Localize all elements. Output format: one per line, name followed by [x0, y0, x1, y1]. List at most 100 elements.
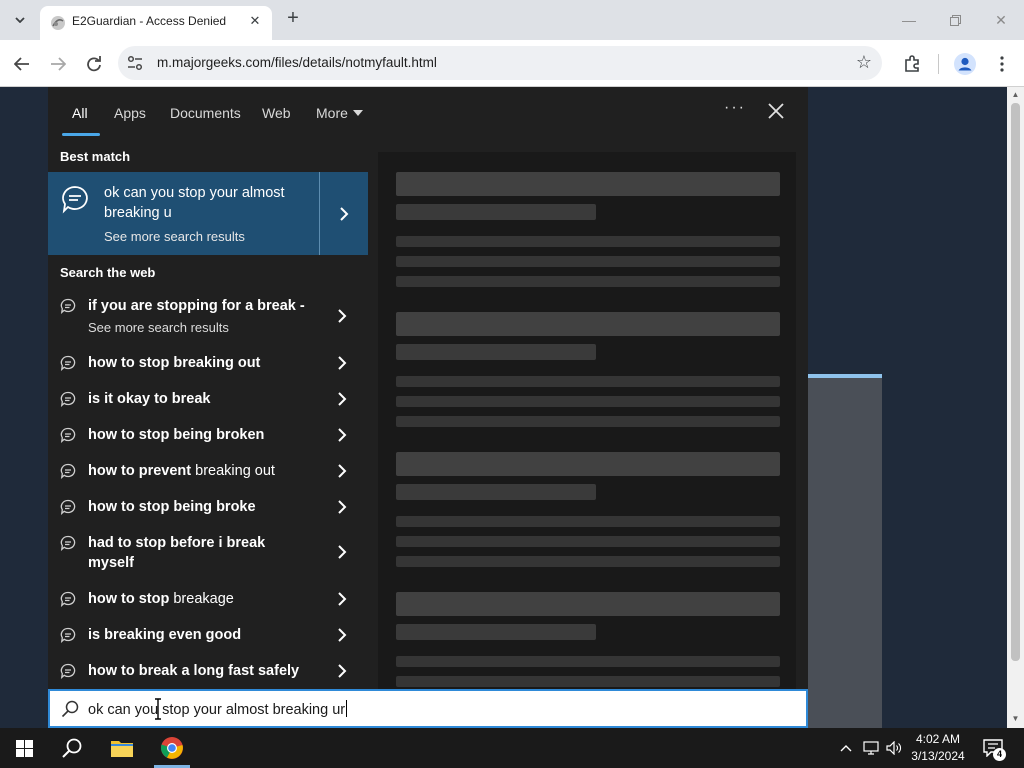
search-bubble-icon	[60, 427, 76, 443]
back-arrow-icon	[14, 57, 29, 71]
site-info-icon[interactable]	[126, 54, 144, 72]
search-bubble-icon	[60, 463, 76, 479]
loading-placeholder	[396, 172, 780, 196]
web-result-item[interactable]: had to stop before i break myself	[48, 532, 368, 578]
web-result-item[interactable]: is it okay to break	[48, 388, 368, 414]
taskbar-search-button[interactable]	[48, 728, 96, 768]
toolbar-separator	[938, 54, 939, 74]
text-caret	[346, 700, 348, 717]
system-clock[interactable]: 4:02 AM 3/13/2024	[908, 731, 968, 765]
search-bubble-icon	[60, 355, 76, 371]
scroll-down-arrow-icon[interactable]: ▼	[1011, 714, 1020, 723]
best-match-label: Best match	[60, 149, 131, 164]
chevron-right-icon[interactable]	[337, 545, 347, 559]
web-result-item[interactable]: how to stop being broken	[48, 424, 368, 450]
tab-web[interactable]: Web	[262, 105, 291, 121]
start-button[interactable]	[0, 728, 48, 768]
tab-more[interactable]: More	[316, 105, 363, 121]
web-result-subtitle: See more search results	[88, 320, 229, 335]
kebab-menu-icon	[1000, 56, 1004, 72]
loading-placeholder	[396, 624, 596, 640]
search-bubble-icon	[60, 591, 76, 607]
web-result-text: how to stop being broken	[88, 427, 265, 443]
chevron-right-icon[interactable]	[337, 664, 347, 678]
loading-placeholder	[396, 416, 780, 427]
new-tab-button[interactable]: +	[282, 8, 304, 30]
web-result-item[interactable]: if you are stopping for a break - See mo…	[48, 295, 368, 343]
volume-button[interactable]	[884, 728, 904, 768]
address-bar[interactable]: m.majorgeeks.com/files/details/notmyfaul…	[118, 46, 882, 80]
loading-placeholder	[396, 452, 780, 476]
loading-placeholder	[396, 592, 780, 616]
forward-arrow-icon	[51, 57, 66, 71]
chevron-up-icon	[840, 745, 852, 752]
notification-center-button[interactable]	[978, 728, 1008, 768]
active-tab-indicator	[62, 133, 100, 136]
best-match-open-button[interactable]	[319, 172, 368, 255]
puzzle-icon	[905, 55, 919, 72]
loading-placeholder	[396, 656, 780, 667]
guardian-favicon-icon	[51, 16, 65, 30]
more-options-icon[interactable]: ···	[724, 99, 746, 117]
browser-tab[interactable]: E2Guardian - Access Denied ✕	[40, 6, 272, 40]
chevron-right-icon[interactable]	[337, 464, 347, 478]
web-result-item[interactable]: how to stop breaking out	[48, 352, 368, 378]
page-panel	[808, 374, 882, 728]
loading-placeholder	[396, 536, 780, 547]
close-window-button[interactable]: ✕	[978, 0, 1024, 40]
reload-icon	[87, 56, 101, 72]
speaker-icon	[886, 741, 901, 755]
loading-placeholder	[396, 344, 596, 360]
reload-button[interactable]	[80, 50, 108, 78]
chevron-right-icon[interactable]	[337, 500, 347, 514]
web-result-item[interactable]: how to break a long fast safely	[48, 660, 368, 686]
minimize-button[interactable]: —	[886, 0, 932, 40]
best-match-title: ok can you stop your almost breaking u	[104, 185, 285, 221]
chevron-right-icon[interactable]	[337, 309, 347, 323]
extensions-button[interactable]	[900, 52, 924, 76]
profile-button[interactable]	[953, 52, 977, 76]
web-result-item[interactable]: how to stop breakage	[48, 588, 368, 614]
chevron-right-icon[interactable]	[337, 356, 347, 370]
show-hidden-icons-button[interactable]	[836, 728, 856, 768]
web-result-text: how to stop breakage	[88, 591, 234, 607]
loading-placeholder	[396, 484, 596, 500]
chevron-right-icon[interactable]	[337, 392, 347, 406]
file-explorer-button[interactable]	[98, 728, 146, 768]
chevron-right-icon[interactable]	[337, 592, 347, 606]
loading-placeholder	[396, 256, 780, 267]
page-scrollbar[interactable]: ▲ ▼	[1007, 87, 1024, 728]
web-result-item[interactable]: how to stop being broke	[48, 496, 368, 522]
tab-documents[interactable]: Documents	[170, 105, 241, 121]
chevron-right-icon[interactable]	[337, 428, 347, 442]
forward-button[interactable]	[44, 50, 72, 78]
web-result-text: is breaking even good	[88, 627, 242, 643]
chrome-taskbar-button[interactable]	[148, 728, 196, 768]
tab-all[interactable]: All	[72, 105, 88, 121]
folder-icon	[111, 741, 133, 757]
web-result-text: how to prevent breaking out	[88, 463, 275, 479]
restore-button[interactable]	[932, 0, 978, 40]
web-result-item[interactable]: how to prevent breaking out	[48, 460, 368, 486]
back-button[interactable]	[8, 50, 36, 78]
clock-time: 4:02 AM	[915, 732, 961, 746]
menu-button[interactable]	[990, 52, 1014, 76]
tab-close-icon[interactable]: ✕	[246, 12, 264, 30]
tab-apps[interactable]: Apps	[114, 105, 146, 121]
search-input[interactable]: ok can you stop your almost breaking ur	[48, 689, 808, 728]
tab-search-button[interactable]	[8, 8, 32, 32]
scroll-up-arrow-icon[interactable]: ▲	[1011, 90, 1020, 99]
preview-pane	[378, 152, 796, 690]
network-button[interactable]	[860, 728, 882, 768]
search-bubble-icon	[60, 499, 76, 515]
web-result-text: is it okay to break	[88, 391, 211, 407]
web-result-text: how to break a long fast safely	[88, 663, 300, 679]
chevron-right-icon[interactable]	[337, 628, 347, 642]
search-icon	[62, 738, 82, 758]
tab-more-label: More	[316, 105, 348, 121]
web-result-item[interactable]: is breaking even good	[48, 624, 368, 650]
loading-placeholder	[396, 236, 780, 247]
scrollbar-thumb[interactable]	[1011, 103, 1020, 661]
close-icon[interactable]	[766, 101, 786, 121]
bookmark-star-icon[interactable]: ☆	[856, 52, 872, 73]
